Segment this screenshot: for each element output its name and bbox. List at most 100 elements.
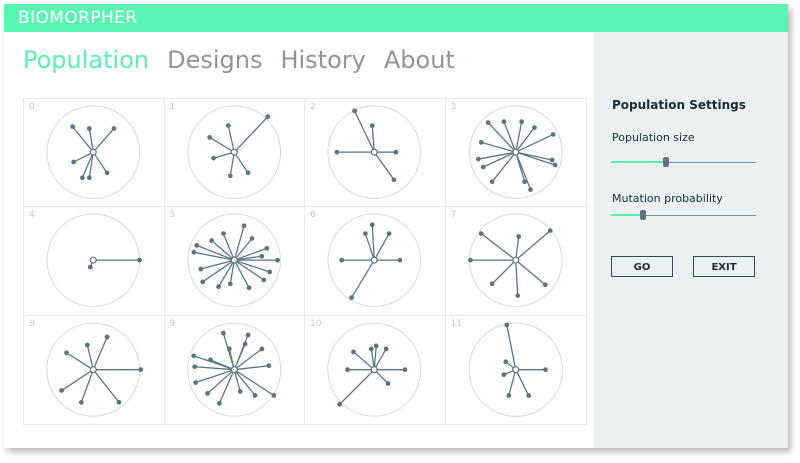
population-grid: 0 1 2 3 4 5 6 7 8 9 10 11 — [23, 98, 587, 425]
branch-node — [227, 173, 233, 179]
branch-node — [351, 349, 356, 354]
branch-line — [92, 128, 115, 153]
tab-history[interactable]: History — [280, 46, 365, 78]
branch-node — [245, 332, 250, 338]
biomorph-drawing — [327, 105, 422, 199]
branch-node — [550, 132, 556, 137]
branch-line — [339, 368, 375, 405]
branch-node — [237, 388, 243, 394]
branch-line — [227, 125, 235, 153]
population-cell[interactable]: 8 — [24, 315, 165, 424]
branch-node — [245, 170, 250, 176]
branch-line — [193, 251, 234, 262]
branch-node — [208, 238, 214, 244]
population-cell[interactable]: 1 — [164, 99, 305, 208]
branch-node — [216, 400, 222, 406]
app-title: BIOMORPHER — [18, 8, 138, 28]
tab-population[interactable]: Population — [23, 46, 149, 78]
population-cell[interactable]: 2 — [305, 99, 446, 208]
branch-node — [501, 119, 506, 125]
branch-node — [475, 156, 481, 162]
mutation-probability-slider[interactable] — [611, 209, 756, 223]
branch-node — [210, 155, 216, 161]
branch-node — [206, 135, 212, 140]
population-cell[interactable]: 11 — [446, 316, 587, 424]
slider-thumb[interactable] — [639, 210, 646, 220]
root-node — [89, 365, 97, 373]
branch-node — [80, 175, 85, 181]
branch-line — [80, 369, 94, 403]
population-cell[interactable]: 5 — [164, 207, 305, 316]
root-node — [230, 256, 238, 265]
branch-node — [373, 343, 379, 348]
branch-line — [92, 336, 108, 370]
branch-line — [491, 260, 516, 285]
branch-node — [393, 149, 399, 155]
branch-node — [220, 330, 226, 336]
branch-node — [402, 366, 408, 372]
biomorph-drawing — [186, 105, 281, 199]
branch-node — [502, 358, 508, 364]
branch-node — [266, 269, 272, 275]
branch-node — [226, 346, 232, 351]
branch-line — [233, 116, 268, 153]
branch-line — [353, 110, 375, 153]
tab-designs[interactable]: Designs — [167, 46, 262, 78]
population-cell[interactable]: 7 — [445, 207, 586, 316]
population-cell[interactable]: 4 — [24, 207, 165, 316]
branch-node — [264, 114, 270, 120]
branch-line — [92, 151, 108, 174]
branch-line — [201, 259, 235, 283]
branch-node — [397, 258, 403, 263]
branch-node — [190, 353, 196, 358]
biomorph-drawing — [46, 213, 142, 308]
branch-node — [197, 266, 203, 272]
branch-node — [503, 322, 509, 327]
branch-line — [92, 368, 120, 403]
branch-node — [71, 159, 76, 165]
tab-about[interactable]: About — [384, 46, 455, 78]
title-bar: BIOMORPHER — [4, 4, 788, 32]
root-node — [511, 256, 519, 265]
branch-node — [467, 258, 473, 263]
slider-thumb[interactable] — [663, 157, 670, 167]
population-cell[interactable]: 9 — [165, 315, 305, 424]
branch-line — [353, 351, 375, 370]
branch-line — [480, 233, 516, 262]
biomorph-drawing — [327, 213, 422, 308]
biomorph-drawing — [186, 213, 281, 308]
exit-button[interactable]: EXIT — [693, 256, 755, 277]
branch-node — [252, 392, 257, 398]
root-node — [370, 365, 378, 373]
branch-node — [192, 379, 198, 385]
branch-node — [478, 139, 484, 145]
branch-node — [249, 236, 254, 242]
branch-node — [478, 231, 484, 237]
branch-node — [270, 392, 276, 398]
population-cell[interactable]: 0 — [24, 99, 165, 208]
root-node — [511, 148, 519, 156]
population-cell[interactable]: 10 — [305, 315, 446, 424]
branch-node — [552, 162, 558, 168]
branch-node — [215, 284, 221, 290]
main-nav: Population Designs History About — [23, 46, 473, 78]
branch-line — [514, 133, 553, 153]
branch-line — [233, 259, 264, 281]
population-size-slider[interactable] — [611, 156, 756, 170]
branch-node — [70, 124, 75, 129]
branch-line — [514, 260, 546, 286]
branch-node — [204, 390, 210, 396]
branch-node — [64, 350, 69, 355]
go-button[interactable]: GO — [611, 256, 673, 277]
population-cell[interactable]: 3 — [445, 99, 586, 208]
branch-node — [385, 380, 391, 386]
branch-node — [191, 363, 197, 369]
branch-line — [206, 368, 235, 394]
branch-node — [227, 281, 233, 287]
branch-line — [491, 151, 516, 183]
branch-node — [352, 108, 357, 114]
population-cell[interactable]: 6 — [305, 207, 446, 316]
branch-line — [194, 368, 234, 383]
biomorph-drawing — [467, 213, 563, 308]
branch-node — [489, 179, 494, 185]
